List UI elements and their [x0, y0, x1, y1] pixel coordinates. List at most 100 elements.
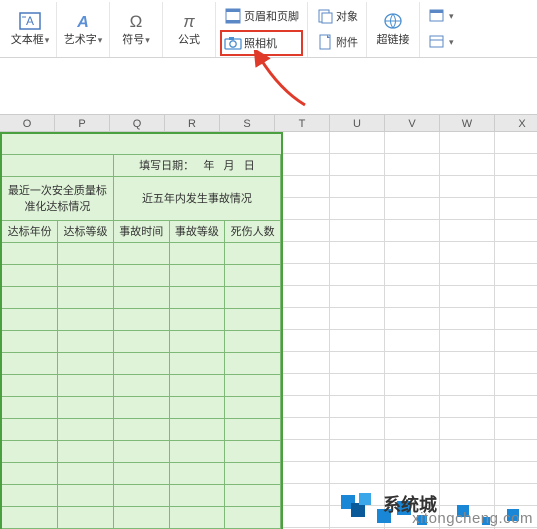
grid-cell[interactable] [440, 462, 495, 484]
data-cell[interactable] [225, 264, 281, 286]
grid-cell[interactable] [330, 308, 385, 330]
data-cell[interactable] [113, 308, 169, 330]
data-cell[interactable] [225, 330, 281, 352]
grid-cell[interactable] [275, 352, 330, 374]
grid-cell[interactable] [330, 220, 385, 242]
grid-cell[interactable] [495, 330, 537, 352]
fill-date-cell[interactable]: 填写日期： 年 月 日 [113, 154, 280, 176]
data-cell[interactable] [58, 462, 114, 484]
data-cell[interactable] [225, 418, 281, 440]
attachment-button[interactable]: 附件 [312, 30, 362, 54]
data-cell[interactable] [169, 352, 225, 374]
col-header[interactable]: Q [110, 115, 165, 131]
grid-cell[interactable] [385, 418, 440, 440]
grid-cell[interactable] [495, 374, 537, 396]
grid-cell[interactable] [495, 264, 537, 286]
data-cell[interactable] [225, 396, 281, 418]
data-cell[interactable] [58, 484, 114, 506]
grid-cell[interactable] [385, 264, 440, 286]
col-header[interactable]: R [165, 115, 220, 131]
data-cell[interactable] [58, 242, 114, 264]
grid-cell[interactable] [440, 286, 495, 308]
data-cell[interactable] [58, 396, 114, 418]
grid-cell[interactable] [275, 440, 330, 462]
grid-cell[interactable] [330, 440, 385, 462]
equation-button[interactable]: π 公式 [167, 2, 211, 56]
grid-cell[interactable] [330, 176, 385, 198]
col-header[interactable]: S [220, 115, 275, 131]
data-cell[interactable] [113, 506, 169, 528]
grid-cell[interactable] [385, 220, 440, 242]
grid-cell[interactable] [495, 154, 537, 176]
grid-cell[interactable] [440, 396, 495, 418]
data-cell[interactable] [2, 242, 58, 264]
data-cell[interactable] [58, 286, 114, 308]
symbol-button[interactable]: Ω 符号▾ [114, 2, 158, 56]
misc-icon-2[interactable]: ▾ [424, 30, 458, 54]
grid-cell[interactable] [440, 198, 495, 220]
grid-cell[interactable] [385, 132, 440, 154]
data-cell[interactable] [58, 330, 114, 352]
data-cell[interactable] [2, 440, 58, 462]
grid-cell[interactable] [275, 462, 330, 484]
grid-cell[interactable] [330, 374, 385, 396]
data-cell[interactable] [58, 264, 114, 286]
data-cell[interactable] [169, 396, 225, 418]
grid-cell[interactable] [330, 264, 385, 286]
data-cell[interactable] [2, 374, 58, 396]
data-cell[interactable] [225, 506, 281, 528]
data-cell[interactable] [58, 418, 114, 440]
data-cell[interactable] [169, 506, 225, 528]
grid-cell[interactable] [385, 374, 440, 396]
data-cell[interactable] [113, 374, 169, 396]
col-header[interactable]: W [440, 115, 495, 131]
grid-cell[interactable] [330, 154, 385, 176]
data-cell[interactable] [225, 440, 281, 462]
data-cell[interactable] [225, 286, 281, 308]
grid-cell[interactable] [495, 198, 537, 220]
data-cell[interactable] [2, 264, 58, 286]
col-header[interactable]: U [330, 115, 385, 131]
grid-cell[interactable] [495, 286, 537, 308]
grid-cell[interactable] [495, 418, 537, 440]
grid-cell[interactable] [385, 286, 440, 308]
data-cell[interactable] [225, 462, 281, 484]
grid-cell[interactable] [440, 308, 495, 330]
grid-cell[interactable] [275, 286, 330, 308]
grid-cell[interactable] [385, 154, 440, 176]
data-cell[interactable] [225, 242, 281, 264]
data-cell[interactable] [113, 330, 169, 352]
grid-cell[interactable] [440, 330, 495, 352]
col-header[interactable]: O [0, 115, 55, 131]
grid-cell[interactable] [495, 132, 537, 154]
grid-cell[interactable] [330, 242, 385, 264]
data-cell[interactable] [169, 462, 225, 484]
grid-cell[interactable] [495, 242, 537, 264]
grid-cell[interactable] [275, 418, 330, 440]
col-header[interactable]: P [55, 115, 110, 131]
data-cell[interactable] [169, 440, 225, 462]
data-cell[interactable] [225, 352, 281, 374]
header-footer-button[interactable]: 页眉和页脚 [220, 4, 303, 28]
data-cell[interactable] [169, 286, 225, 308]
data-cell[interactable] [225, 308, 281, 330]
data-cell[interactable] [2, 352, 58, 374]
data-cell[interactable] [169, 330, 225, 352]
grid-cell[interactable] [330, 418, 385, 440]
grid-cell[interactable] [385, 176, 440, 198]
data-cell[interactable] [2, 484, 58, 506]
grid-cell[interactable] [495, 462, 537, 484]
grid-cell[interactable] [275, 330, 330, 352]
data-cell[interactable] [2, 308, 58, 330]
data-cell[interactable] [169, 418, 225, 440]
grid-cell[interactable] [385, 242, 440, 264]
grid-cell[interactable] [275, 396, 330, 418]
grid-cell[interactable] [330, 396, 385, 418]
grid-cell[interactable] [275, 242, 330, 264]
data-cell[interactable] [225, 484, 281, 506]
grid-cell[interactable] [495, 396, 537, 418]
grid-cell[interactable] [275, 374, 330, 396]
grid-cell[interactable] [275, 176, 330, 198]
grid-cell[interactable] [385, 308, 440, 330]
grid-cell[interactable] [275, 264, 330, 286]
